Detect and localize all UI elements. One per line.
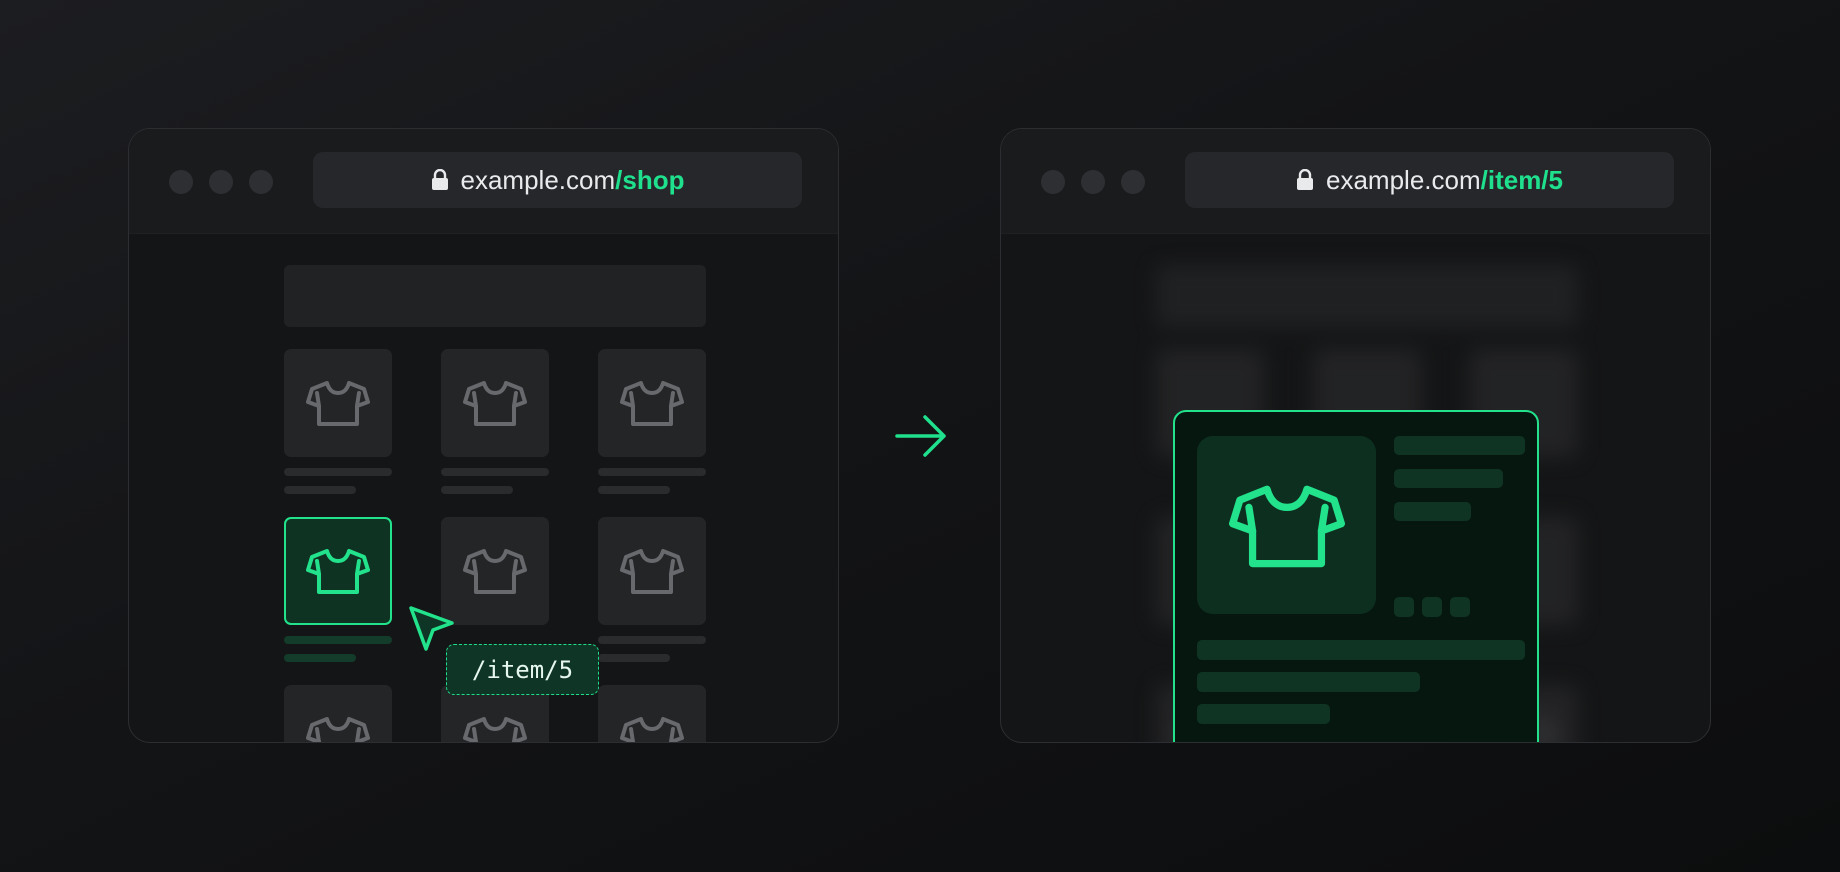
product-tile[interactable]	[441, 349, 549, 457]
address-bar[interactable]: example.com/item/5	[1185, 152, 1674, 208]
tshirt-icon	[1229, 482, 1345, 569]
tshirt-icon	[306, 715, 370, 743]
window-maximize-dot[interactable]	[1121, 170, 1145, 194]
product-price-placeholder	[441, 486, 513, 494]
product-subtitle-placeholder	[1394, 469, 1503, 488]
product-tile[interactable]	[598, 517, 706, 625]
browser-window-item: example.com/item/5	[1000, 128, 1711, 743]
tshirt-icon	[620, 379, 684, 427]
window-maximize-dot[interactable]	[249, 170, 273, 194]
tshirt-icon	[463, 379, 527, 427]
product-price-placeholder	[284, 654, 356, 662]
item-page	[1001, 234, 1710, 742]
option-swatch[interactable]	[1422, 597, 1442, 617]
product-price-placeholder	[1394, 502, 1471, 521]
description-line	[1197, 704, 1330, 724]
product-tile-selected[interactable]	[284, 517, 392, 625]
product-title-placeholder	[441, 468, 549, 476]
product-tile[interactable]	[598, 685, 706, 743]
link-preview-tooltip: /item/5	[446, 644, 599, 695]
url-path: /item/5	[1480, 164, 1563, 195]
option-swatch[interactable]	[1394, 597, 1414, 617]
tshirt-icon	[463, 547, 527, 595]
search-bar[interactable]	[284, 265, 706, 327]
url-domain: example.com	[460, 164, 616, 195]
window-minimize-dot[interactable]	[209, 170, 233, 194]
browser-toolbar: example.com/shop	[129, 129, 838, 234]
window-close-dot[interactable]	[1041, 170, 1065, 194]
tshirt-icon	[306, 547, 370, 595]
product-title-placeholder	[284, 636, 392, 644]
browser-toolbar: example.com/item/5	[1001, 129, 1710, 234]
address-bar[interactable]: example.com/shop	[313, 152, 802, 208]
product-price-placeholder	[598, 486, 670, 494]
product-tile[interactable]	[284, 685, 392, 743]
tshirt-icon	[620, 715, 684, 743]
lock-icon	[431, 169, 449, 191]
description-line	[1197, 672, 1420, 692]
arrow-right-icon	[895, 415, 946, 457]
product-title-placeholder	[598, 636, 706, 644]
product-price-placeholder	[598, 654, 670, 662]
product-price-placeholder	[284, 486, 356, 494]
tshirt-icon	[306, 379, 370, 427]
item-detail-modal[interactable]	[1173, 410, 1539, 742]
option-swatch[interactable]	[1450, 597, 1470, 617]
product-title-placeholder	[598, 468, 706, 476]
product-title-placeholder	[1394, 436, 1525, 455]
tshirt-icon	[620, 547, 684, 595]
product-image	[1197, 436, 1376, 614]
search-bar	[1156, 265, 1578, 327]
url-domain: example.com	[1326, 164, 1481, 195]
window-minimize-dot[interactable]	[1081, 170, 1105, 194]
url-path: /shop	[615, 164, 685, 195]
product-tile[interactable]	[598, 349, 706, 457]
tshirt-icon	[463, 715, 527, 743]
product-title-placeholder	[284, 468, 392, 476]
window-close-dot[interactable]	[169, 170, 193, 194]
product-tile[interactable]	[284, 349, 392, 457]
description-line	[1197, 640, 1525, 660]
product-tile[interactable]	[441, 517, 549, 625]
lock-icon	[1296, 169, 1314, 191]
